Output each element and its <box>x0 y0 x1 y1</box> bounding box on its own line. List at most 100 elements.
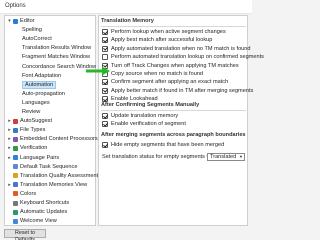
section-after-confirming: After Confirming Segments Manually <box>101 102 200 108</box>
tree-item-label: Automatic Updates <box>20 209 68 216</box>
tree-item-label: Keyboard Shortcuts <box>20 200 70 206</box>
tree-item-label: Fragment Matches Window <box>22 54 91 61</box>
category-icon <box>13 155 18 160</box>
option-label: Turn off Track Changes when applying TM … <box>111 62 239 69</box>
tree-item-label: Translation Quality Assessment <box>20 172 99 179</box>
option-label: Perform automated translation lookup on … <box>111 54 264 61</box>
category-icon <box>13 209 18 215</box>
option-label: Apply automated translation when no TM m… <box>111 45 251 52</box>
chevron-right-icon[interactable]: ▸ <box>7 135 12 143</box>
chevron-down-icon[interactable]: ▾ <box>7 17 12 25</box>
tree-item-label: Automation <box>22 80 57 89</box>
option-label: Copy source when no match is found <box>111 71 204 77</box>
tree-item[interactable]: Automatic Updates <box>5 208 95 216</box>
tree-item-label: Welcome View <box>20 218 57 225</box>
tree-item[interactable]: Auto-propagation <box>5 90 95 98</box>
checkbox[interactable] <box>102 29 108 35</box>
chevron-down-icon: ▼ <box>239 154 243 159</box>
section-after-merging: After merging segments across paragraph … <box>101 132 246 138</box>
status-select-label: Set translation status for empty segment… <box>102 154 213 160</box>
chevron-right-icon[interactable]: ▸ <box>7 117 12 125</box>
category-icon <box>13 127 18 133</box>
tree-item[interactable]: Keyboard Shortcuts <box>5 199 95 207</box>
tree-item[interactable]: Colors <box>5 190 95 198</box>
title-bar: Options <box>0 0 252 14</box>
tree-item-label: File Types <box>20 127 46 134</box>
tree-item-label: Font Adaptation <box>22 72 62 79</box>
option-label: Hide empty segments that have been merge… <box>111 142 225 148</box>
option-label: Enable verification of segment <box>111 121 186 128</box>
category-icon <box>13 118 18 124</box>
option-label: Apply better match if found in TM after … <box>111 87 254 94</box>
category-icon <box>13 145 18 151</box>
tree-item-label: Verification <box>20 145 48 152</box>
tree-item[interactable]: Languages <box>5 99 95 107</box>
tree-item-label: AutoCorrect <box>22 36 52 43</box>
tree-item[interactable]: Automation <box>5 80 95 89</box>
tree-item[interactable]: Fragment Matches Window <box>5 53 95 61</box>
tree-item-label: Embedded Content Processors <box>20 136 98 143</box>
checkbox[interactable] <box>102 87 108 94</box>
tree-item[interactable]: Translation Quality Assessment <box>5 172 99 180</box>
category-icon <box>13 191 18 197</box>
checkbox[interactable] <box>102 142 108 148</box>
tree-item-label: Translation Results Window <box>22 45 92 52</box>
tree-item[interactable]: Review <box>5 108 95 116</box>
tree-item[interactable]: ▸ Translation Memories View <box>5 181 95 189</box>
tree-item-label: Spelling <box>22 27 42 34</box>
status-select[interactable]: Translated ▼ <box>207 153 245 161</box>
window-title: Options <box>5 3 26 9</box>
option-label: Confirm segment after applying an exact … <box>111 79 229 86</box>
tree-item[interactable]: Welcome View <box>5 217 95 225</box>
checkbox[interactable] <box>102 45 108 52</box>
tree-item[interactable]: ▸ Embedded Content Processors <box>5 135 98 143</box>
category-icon <box>13 182 18 188</box>
tree-item[interactable]: ▸ AutoSuggest <box>5 117 95 125</box>
tree-item[interactable]: Default Task Sequence <box>5 163 95 171</box>
tree-item-label: AutoSuggest <box>20 118 53 125</box>
tree-item[interactable]: ▸ Language Pairs <box>5 154 95 162</box>
checkbox[interactable] <box>102 79 108 86</box>
chevron-right-icon[interactable]: ▸ <box>7 144 12 152</box>
category-icon <box>13 173 18 179</box>
separator <box>101 110 246 111</box>
chevron-right-icon[interactable]: ▸ <box>7 126 12 134</box>
tree-item-label: Translation Memories View <box>20 181 88 188</box>
category-icon <box>13 136 18 142</box>
category-icon <box>13 218 18 224</box>
tree-item[interactable]: ▸ File Types <box>5 126 95 134</box>
category-icon <box>13 18 18 24</box>
tree-item[interactable]: AutoCorrect <box>5 35 95 43</box>
tree-item-label: Languages <box>22 99 50 106</box>
tree-item[interactable]: Translation Results Window <box>5 44 95 52</box>
checkbox[interactable] <box>102 37 108 44</box>
options-tree[interactable]: ▾ Editor Spelling AutoCorrect Translation Re… <box>4 15 99 226</box>
tree-item[interactable]: Font Adaptation <box>5 72 95 80</box>
category-icon <box>13 164 18 170</box>
tree-item[interactable]: Spelling <box>5 26 95 34</box>
category-icon <box>13 200 18 206</box>
status-select-value: Translated <box>210 154 237 160</box>
tree-item-label: Colors <box>20 190 37 197</box>
option-label: Apply best match after successful lookup <box>111 37 213 44</box>
reset-to-defaults-button[interactable]: Reset to Defaults <box>4 229 46 240</box>
tree-item-label: Review <box>22 109 41 115</box>
checkbox[interactable] <box>102 121 108 128</box>
chevron-right-icon[interactable]: ▸ <box>7 181 12 189</box>
tree-item-label: Default Task Sequence <box>20 163 78 170</box>
chevron-right-icon[interactable]: ▸ <box>7 154 12 162</box>
option-label: Update translation memory <box>111 113 179 119</box>
separator <box>101 26 246 27</box>
tree-item[interactable]: ▸ Verification <box>5 144 95 152</box>
tree-item[interactable]: ▾ Editor <box>5 17 95 25</box>
automation-panel: Translation Memory Perform lookup when a… <box>98 15 264 226</box>
tree-item-label: Auto-propagation <box>22 90 65 97</box>
checkbox[interactable] <box>102 54 108 61</box>
section-translation-memory: Translation Memory <box>101 18 154 24</box>
tree-item[interactable]: Concordance Search Window <box>5 63 96 71</box>
checkbox[interactable] <box>102 113 108 119</box>
option-label: Perform lookup when active segment chang… <box>111 29 226 35</box>
arrow-annotation-icon <box>86 66 110 76</box>
tree-item-label: Editor <box>20 18 35 24</box>
tree-item-label: Language Pairs <box>20 154 60 161</box>
